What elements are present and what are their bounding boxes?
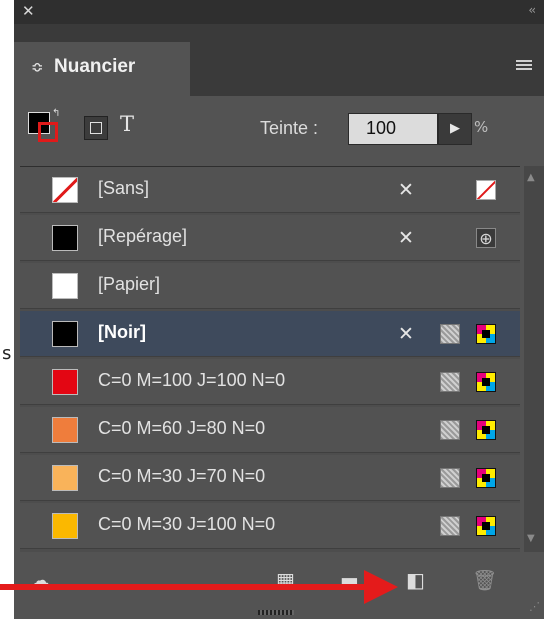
cmyk-icon [476,516,496,536]
swatch-chip [52,369,78,395]
swatch-row[interactable]: C=0 M=60 J=80 N=0 [20,407,520,453]
swatch-row[interactable]: [Repérage] ✕ ⊕ [20,215,520,261]
panel-title: Nuancier [54,56,136,77]
container-icon [90,122,102,134]
process-color-icon [440,372,460,392]
panel-title-bar: ✕ ‹‹ [14,0,544,24]
swatch-row[interactable]: [Noir] ✕ [20,311,520,357]
scroll-up-icon[interactable]: ▲ [527,172,535,183]
fill-stroke-icon[interactable]: ↰ [28,108,60,144]
cmyk-icon [476,420,496,440]
swatch-chip [52,321,78,347]
process-color-icon [440,516,460,536]
process-color-icon [440,468,460,488]
swap-icon[interactable]: ↰ [52,108,60,119]
scroll-down-icon[interactable]: ▼ [527,533,535,544]
swatch-row[interactable]: C=0 M=100 J=100 N=0 [20,359,520,405]
swatch-list: [Sans] ✕ [Repérage] ✕ ⊕ [Papier] [Noir] ✕ C=0 M=… [20,166,520,553]
no-edit-icon: ✕ [398,227,414,249]
formatting-container-button[interactable] [84,116,108,140]
annotation-arrow-shaft [0,584,368,590]
swatch-name: C=0 M=60 J=80 N=0 [98,418,266,438]
annotation-arrow-head [364,570,398,604]
cmyk-icon [476,372,496,392]
swatch-row[interactable]: [Papier] [20,263,520,309]
new-swatch-icon[interactable]: ◧ [406,568,425,592]
swatch-toolbar: ↰ T Teinte : 100 ▶ % [14,96,544,160]
tab-strip: ≎ Nuancier [14,24,544,96]
stroke-swatch-icon[interactable] [38,122,58,142]
no-edit-icon: ✕ [398,179,414,201]
swatch-chip [52,417,78,443]
close-icon[interactable]: ✕ [22,2,35,20]
resize-grip[interactable] [258,610,294,615]
swatch-chip [52,177,78,203]
trash-icon[interactable]: 🗑 [472,568,497,592]
swatch-name: C=0 M=30 J=100 N=0 [98,514,276,534]
swatch-name: [Noir] [98,322,146,342]
tab-swatches[interactable]: ≎ Nuancier [14,42,190,96]
process-color-icon [440,324,460,344]
tint-slider-button[interactable]: ▶ [438,113,472,145]
tint-input[interactable]: 100 [348,113,438,145]
swatch-row[interactable]: C=0 M=30 J=70 N=0 [20,455,520,501]
swatch-chip [52,225,78,251]
tint-percent-label: % [474,118,489,136]
swatch-name: [Sans] [98,178,150,198]
formatting-text-button[interactable]: T [120,112,134,136]
swatch-name: [Papier] [98,274,161,294]
panel-menu-icon[interactable] [516,60,532,72]
swatch-name: [Repérage] [98,226,188,246]
swatch-chip [52,273,78,299]
process-color-icon [440,420,460,440]
scrollbar[interactable]: ▲ ▼ [524,166,544,552]
none-swatch-icon [476,180,496,200]
cmyk-icon [476,468,496,488]
swatch-chip [52,513,78,539]
swatch-chip [52,465,78,491]
cmyk-icon [476,324,496,344]
resize-corner-icon[interactable]: ⋰ [529,600,540,613]
swatch-row[interactable]: C=0 M=30 J=100 N=0 [20,503,520,549]
registration-icon: ⊕ [476,228,496,248]
swatch-row[interactable]: [Sans] ✕ [20,167,520,213]
tint-label: Teinte : [260,118,319,138]
no-edit-icon: ✕ [398,323,414,345]
swatch-name: C=0 M=100 J=100 N=0 [98,370,286,390]
swatches-panel: ✕ ‹‹ ≎ Nuancier ↰ T Teinte : 100 ▶ % [Sa… [14,0,544,619]
collapse-icon[interactable]: ‹‹ [528,3,535,17]
swatch-name: C=0 M=30 J=70 N=0 [98,466,266,486]
tab-stepper-icon[interactable]: ≎ [31,58,44,76]
outside-text-fragment: s [2,343,12,364]
